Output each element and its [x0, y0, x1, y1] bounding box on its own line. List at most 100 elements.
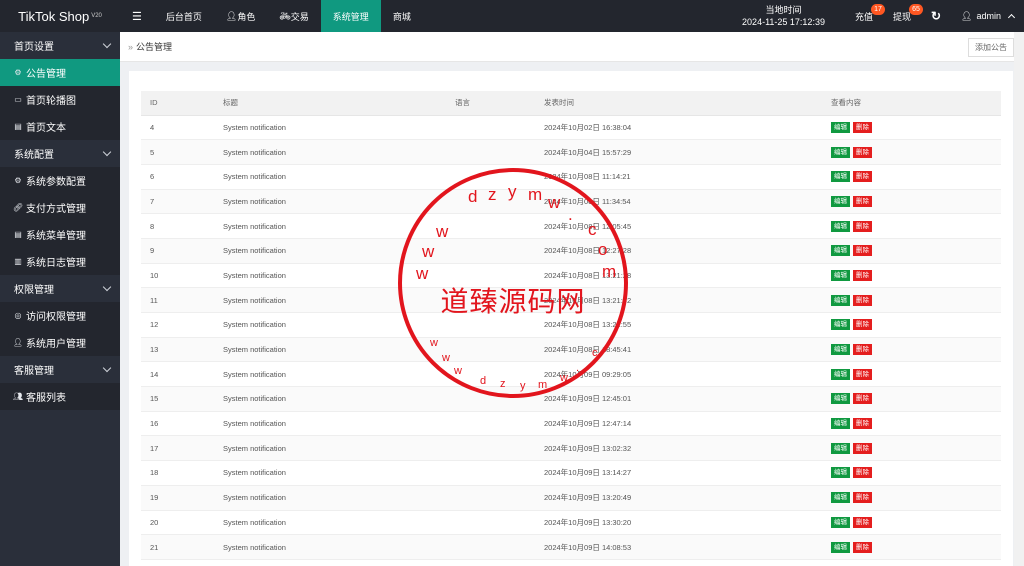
cell-title: System notification [214, 213, 446, 239]
delete-button[interactable]: 删除 [853, 319, 872, 331]
refresh-icon[interactable]: ↻ [921, 0, 951, 32]
sidebar-item-0-2[interactable]: ▤ 首页文本 [0, 113, 120, 140]
cell-title: System notification [214, 361, 446, 388]
user-menu[interactable]: 👤︎ admin [951, 0, 1024, 32]
sidebar-item-1-0[interactable]: ⚙ 系统参数配置 [0, 167, 120, 194]
delete-button[interactable]: 删除 [853, 492, 872, 504]
table-row: 20 System notification 2024年10月09日 13:30:2… [141, 510, 1001, 536]
cell-id: 15 [141, 386, 214, 412]
recharge-button[interactable]: 充值 17 [845, 0, 885, 32]
delete-button[interactable]: 删除 [853, 195, 872, 207]
top-nav-item-3[interactable]: 系统管理 [320, 0, 381, 32]
cell-lang [446, 312, 535, 338]
breadcrumb-current[interactable]: 公告管理 [136, 40, 172, 53]
delete-button[interactable]: 删除 [853, 393, 872, 405]
delete-button[interactable]: 删除 [853, 442, 872, 454]
sidebar-item-3-0[interactable]: 👥︎ 客服列表 [0, 383, 120, 410]
delete-button[interactable]: 删除 [853, 121, 872, 133]
chevron-down-icon [102, 39, 112, 49]
top-nav-item-4[interactable]: 商城 [381, 0, 423, 32]
edit-button[interactable]: 编辑 [831, 171, 850, 183]
sidebar-group-2[interactable]: 权限管理 [0, 275, 120, 302]
edit-button[interactable]: 编辑 [831, 121, 850, 133]
delete-button[interactable]: 删除 [853, 171, 872, 183]
sidebar-item-2-1[interactable]: 👤︎ 系统用户管理 [0, 329, 120, 356]
cell-title: System notification [214, 164, 446, 190]
cell-lang [446, 164, 535, 190]
edit-button[interactable]: 编辑 [831, 269, 850, 281]
top-nav-item-2[interactable]: 🚲︎ 交易 [267, 0, 320, 32]
edit-button[interactable]: 编辑 [831, 393, 850, 405]
delete-button[interactable]: 删除 [853, 220, 872, 232]
cell-actions: 编辑 删除 [822, 164, 1001, 190]
edit-button[interactable]: 编辑 [831, 344, 850, 356]
cell-actions: 编辑 删除 [822, 460, 1001, 486]
edit-button[interactable]: 编辑 [831, 418, 850, 430]
delete-button[interactable]: 删除 [853, 146, 872, 158]
top-nav-item-1[interactable]: 👤︎ 角色 [214, 0, 267, 32]
delete-button[interactable]: 删除 [853, 516, 872, 528]
edit-button[interactable]: 编辑 [831, 220, 850, 232]
sidebar-item-0-1[interactable]: ▭ 首页轮播图 [0, 86, 120, 113]
delete-button[interactable]: 删除 [853, 467, 872, 479]
cell-title: System notification [214, 238, 446, 264]
table-row: 5 System notification 2024年10月04日 15:57:29… [141, 139, 1001, 165]
delete-button[interactable]: 删除 [853, 294, 872, 306]
cell-id: 10 [141, 263, 214, 289]
delete-button[interactable]: 删除 [853, 344, 872, 356]
cell-lang [446, 115, 535, 141]
sidebar-item-1-3[interactable]: ▥ 系统日志管理 [0, 248, 120, 275]
add-announcement-button[interactable]: 添加公告 [968, 38, 1014, 57]
sidebar-item-2-0[interactable]: ◎ 访问权限管理 [0, 302, 120, 329]
cell-title: System notification [214, 287, 446, 313]
edit-button[interactable]: 编辑 [831, 245, 850, 257]
edit-button[interactable]: 编辑 [831, 541, 850, 553]
sidebar-group-0[interactable]: 首页设置 [0, 32, 120, 59]
sidebar-item-0-0[interactable]: ⚙ 公告管理 [0, 59, 120, 86]
table-row: 21 System notification 2024年10月09日 14:08:5… [141, 534, 1001, 560]
cell-title: System notification [214, 263, 446, 289]
cell-actions: 编辑 删除 [822, 312, 1001, 338]
edit-button[interactable]: 编辑 [831, 319, 850, 331]
page-scrollbar[interactable] [1014, 32, 1024, 566]
cell-title: System notification [214, 510, 446, 536]
sidebar-group-3[interactable]: 客服管理 [0, 356, 120, 383]
cell-title: System notification [214, 435, 446, 462]
cell-time: 2024年10月09日 13:20:49 [535, 485, 822, 511]
delete-button[interactable]: 删除 [853, 269, 872, 281]
announcement-table: ID 标题 语言 发表时间 查看内容 4 System notification 2… [141, 91, 1001, 560]
sidebar-item-1-1[interactable]: 🔗︎ 支付方式管理 [0, 194, 120, 221]
col-language: 语言 [446, 91, 535, 116]
withdraw-button[interactable]: 提现 65 [883, 0, 923, 32]
cell-actions: 编辑 删除 [822, 213, 1001, 239]
cell-lang [446, 189, 535, 215]
table-row: 14 System notification 2024年10月09日 09:29:0… [141, 361, 1001, 388]
edit-button[interactable]: 编辑 [831, 492, 850, 504]
app-logo[interactable]: TikTok Shop V20 [0, 0, 120, 32]
user-name: admin [976, 11, 1001, 21]
edit-button[interactable]: 编辑 [831, 368, 850, 380]
top-nav-label: 商城 [392, 11, 411, 22]
delete-button[interactable]: 删除 [853, 541, 872, 553]
edit-button[interactable]: 编辑 [831, 516, 850, 528]
sidebar-item-1-2[interactable]: ▤ 系统菜单管理 [0, 221, 120, 248]
gear-icon: ⚙ [14, 176, 22, 185]
table-row: 8 System notification 2024年10月08日 12:05:45… [141, 213, 1001, 239]
cell-lang [446, 485, 535, 511]
edit-button[interactable]: 编辑 [831, 442, 850, 454]
cell-id: 11 [141, 287, 214, 313]
menu-toggle-icon[interactable]: ☰ [120, 0, 154, 32]
sidebar-group-1[interactable]: 系统配置 [0, 140, 120, 167]
cell-time: 2024年10月09日 12:45:01 [535, 386, 822, 412]
sidebar-item-label: 支付方式管理 [26, 204, 86, 215]
delete-button[interactable]: 删除 [853, 245, 872, 257]
delete-button[interactable]: 删除 [853, 368, 872, 380]
edit-button[interactable]: 编辑 [831, 195, 850, 207]
cell-id: 9 [141, 238, 214, 264]
announcement-card: ID 标题 语言 发表时间 查看内容 4 System notification 2… [129, 71, 1013, 566]
top-nav-item-0[interactable]: 后台首页 [154, 0, 214, 32]
edit-button[interactable]: 编辑 [831, 467, 850, 479]
edit-button[interactable]: 编辑 [831, 294, 850, 306]
edit-button[interactable]: 编辑 [831, 146, 850, 158]
delete-button[interactable]: 删除 [853, 418, 872, 430]
